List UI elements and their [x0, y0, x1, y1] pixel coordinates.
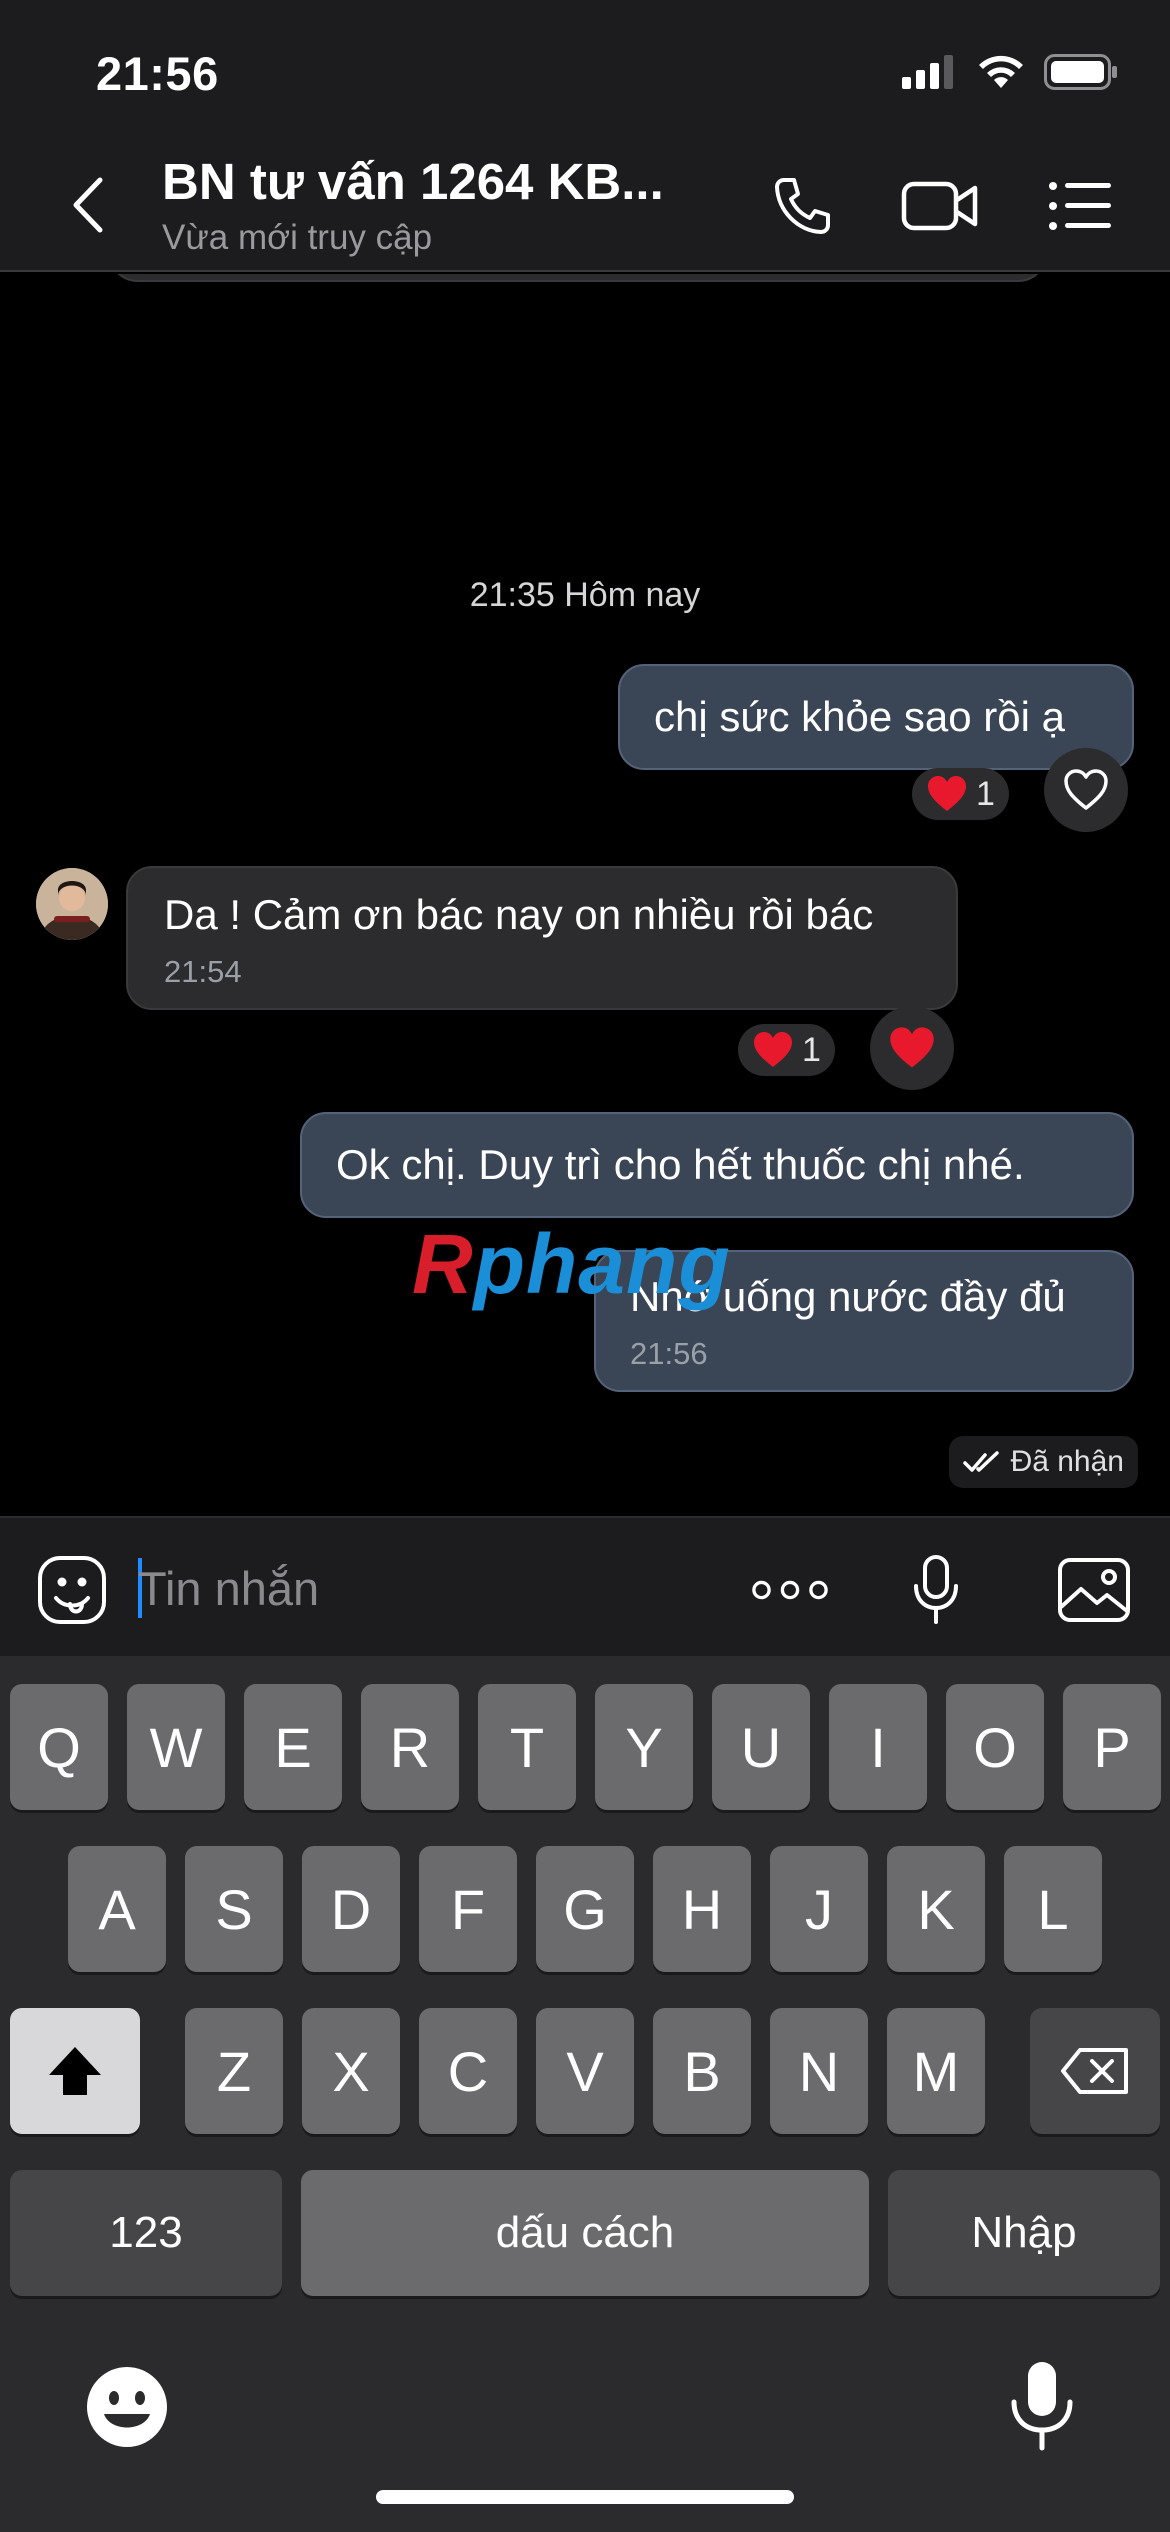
date-separator: 21:35 Hôm nay — [469, 576, 701, 614]
emoji-icon — [87, 2367, 167, 2447]
dictation-mic-icon — [1011, 2362, 1073, 2451]
key-m[interactable]: M — [887, 2008, 985, 2134]
sticker-icon — [38, 1556, 106, 1624]
key-i[interactable]: I — [829, 1684, 927, 1810]
back-chevron-icon — [73, 177, 103, 233]
keyboard: Q W E R T Y U I O P A S D F G H J K L Z … — [0, 1656, 1170, 2532]
watermark-logo: Rphang — [412, 1217, 731, 1311]
message-bubble-sent[interactable]: Ok chị. Duy trì cho hết thuốc chị nhé. — [300, 1112, 1134, 1218]
key-b[interactable]: B — [653, 2008, 751, 2134]
return-key[interactable]: Nhập — [888, 2170, 1160, 2296]
key-d[interactable]: D — [302, 1846, 400, 1972]
emoji-keyboard-button[interactable] — [82, 2362, 172, 2452]
react-button[interactable] — [1044, 748, 1128, 832]
status-time: 21:56 — [96, 47, 219, 100]
backspace-key[interactable] — [1030, 2008, 1160, 2134]
heart-icon — [928, 776, 966, 811]
message-text: Ok chị. Duy trì cho hết thuốc chị nhé. — [336, 1141, 1025, 1188]
key-w[interactable]: W — [127, 1684, 225, 1810]
shift-icon — [49, 2047, 101, 2095]
key-o[interactable]: O — [946, 1684, 1044, 1810]
status-bar: 21:56 — [0, 0, 1170, 140]
contact-name[interactable]: BN tư vấn 1264 KB... — [162, 152, 664, 211]
video-camera-icon — [901, 181, 978, 231]
key-c[interactable]: C — [419, 2008, 517, 2134]
key-r[interactable]: R — [361, 1684, 459, 1810]
more-dots-icon — [752, 1580, 828, 1600]
heart-icon — [754, 1032, 792, 1067]
delivery-status-text: Đã nhận — [1010, 1445, 1124, 1478]
key-n[interactable]: N — [770, 2008, 868, 2134]
menu-button[interactable] — [1040, 170, 1120, 242]
key-h[interactable]: H — [653, 1846, 751, 1972]
call-button[interactable] — [762, 170, 842, 242]
home-indicator[interactable] — [376, 2490, 794, 2504]
message-input[interactable] — [138, 1548, 698, 1628]
key-p[interactable]: P — [1063, 1684, 1161, 1810]
message-list[interactable]: 21:35 Hôm nay chị sức khỏe sao rồi ạ 1 D… — [0, 274, 1170, 1516]
back-button[interactable] — [58, 170, 118, 240]
contact-avatar[interactable] — [36, 868, 108, 940]
key-s[interactable]: S — [185, 1846, 283, 1972]
message-time: 21:56 — [630, 1336, 708, 1371]
key-x[interactable]: X — [302, 2008, 400, 2134]
shift-key[interactable] — [10, 2008, 140, 2134]
reaction-summary[interactable]: 1 — [912, 768, 1009, 820]
key-a[interactable]: A — [68, 1846, 166, 1972]
sticker-button[interactable] — [34, 1552, 110, 1628]
key-g[interactable]: G — [536, 1846, 634, 1972]
menu-list-icon — [1049, 182, 1111, 230]
message-bubble-received[interactable]: Da ! Cảm ơn bác nay on nhiều rồi bác 21:… — [126, 866, 958, 1010]
contact-status: Vừa mới truy cập — [162, 218, 433, 257]
wifi-icon — [976, 54, 1026, 95]
numbers-key[interactable]: 123 — [10, 2170, 282, 2296]
composer-bar — [0, 1516, 1170, 1656]
key-j[interactable]: J — [770, 1846, 868, 1972]
dictation-button[interactable] — [1000, 2358, 1084, 2454]
heart-icon — [890, 1027, 934, 1068]
more-button[interactable] — [752, 1552, 828, 1628]
key-u[interactable]: U — [712, 1684, 810, 1810]
key-v[interactable]: V — [536, 2008, 634, 2134]
key-q[interactable]: Q — [10, 1684, 108, 1810]
react-button[interactable] — [870, 1006, 954, 1090]
reaction-summary[interactable]: 1 — [738, 1024, 835, 1076]
key-k[interactable]: K — [887, 1846, 985, 1972]
signal-icon — [902, 55, 958, 94]
heart-outline-icon — [1064, 769, 1108, 810]
message-text: chị sức khỏe sao rồi ạ — [654, 693, 1065, 740]
microphone-icon — [914, 1555, 958, 1624]
key-l[interactable]: L — [1004, 1846, 1102, 1972]
chat-header: BN tư vấn 1264 KB... Vừa mới truy cập — [0, 140, 1170, 272]
double-check-icon — [962, 1451, 999, 1472]
reaction-count: 1 — [802, 1030, 821, 1069]
message-bubble-sent[interactable]: chị sức khỏe sao rồi ạ — [618, 664, 1134, 770]
image-button[interactable] — [1056, 1552, 1132, 1628]
battery-icon — [1044, 54, 1118, 95]
key-f[interactable]: F — [419, 1846, 517, 1972]
status-icons — [902, 54, 1118, 95]
voice-message-button[interactable] — [898, 1552, 974, 1628]
video-call-button[interactable] — [900, 170, 980, 242]
message-time: 21:54 — [164, 954, 242, 989]
message-text: Da ! Cảm ơn bác nay on nhiều rồi bác — [164, 891, 874, 938]
key-t[interactable]: T — [478, 1684, 576, 1810]
previous-message-bubble[interactable] — [108, 274, 1048, 282]
key-z[interactable]: Z — [185, 2008, 283, 2134]
space-key[interactable]: dấu cách — [301, 2170, 869, 2296]
key-e[interactable]: E — [244, 1684, 342, 1810]
phone-icon — [775, 178, 830, 234]
image-icon — [1058, 1558, 1130, 1622]
backspace-icon — [1061, 2048, 1128, 2094]
reaction-count: 1 — [976, 774, 995, 813]
key-y[interactable]: Y — [595, 1684, 693, 1810]
delivery-status: Đã nhận — [948, 1436, 1138, 1488]
